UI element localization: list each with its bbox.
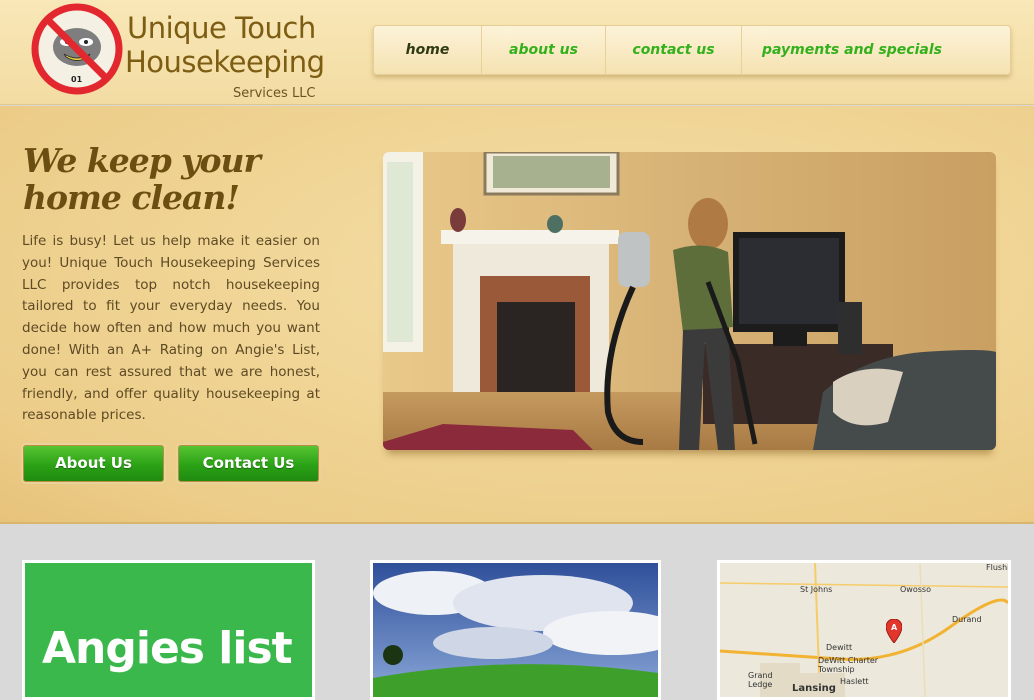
svg-text:01: 01: [71, 75, 83, 84]
map-label-haslett: Haslett: [840, 677, 869, 686]
map-label-lansing: Lansing: [792, 683, 836, 694]
location-map[interactable]: St Johns Owosso Durand Flushi Dewitt DeW…: [720, 563, 1008, 697]
about-us-button[interactable]: About Us: [23, 445, 164, 482]
map-label-dewitt-township: DeWitt Charter Township: [818, 656, 879, 674]
map-label-flushing: Flushi: [986, 563, 1008, 572]
nav-contact-us[interactable]: contact us: [606, 26, 742, 74]
contact-us-button[interactable]: Contact Us: [178, 445, 319, 482]
nav-home[interactable]: home: [374, 26, 482, 74]
nav-payments-and-specials[interactable]: payments and specials: [742, 26, 962, 74]
logo-subtitle: Services LLC: [233, 86, 316, 101]
site-header: 01 Unique Touch Housekeeping Services LL…: [0, 0, 1034, 105]
green-field-sky-image: [373, 563, 658, 697]
angies-list-box[interactable]: Angies list: [22, 560, 315, 700]
map-label-durand: Durand: [952, 615, 982, 624]
map-marker-label: A: [891, 623, 898, 632]
logo-title-line2: Housekeeping: [125, 45, 325, 79]
hero-title: We keep your home clean!: [23, 141, 261, 217]
angies-list-label: Angies list: [42, 623, 293, 674]
hero-photo-woman-vacuuming: [383, 152, 996, 450]
angies-list-logo: Angies list: [25, 563, 312, 697]
logo-title-line1: Unique Touch: [127, 11, 316, 45]
no-dust-bunny-logo-icon[interactable]: 01: [30, 2, 124, 96]
main-nav: home about us contact us payments and sp…: [373, 25, 1011, 75]
sky-image-box[interactable]: [370, 560, 661, 700]
map-label-dewitt: Dewitt: [826, 643, 853, 652]
map-label-grand-ledge: Grand Ledge: [748, 671, 773, 689]
map-label-st-johns: St Johns: [800, 585, 833, 594]
map-label-owosso: Owosso: [900, 585, 931, 594]
nav-about-us[interactable]: about us: [482, 26, 606, 74]
location-map-box[interactable]: St Johns Owosso Durand Flushi Dewitt DeW…: [717, 560, 1011, 700]
hero-description: Life is busy! Let us help make it easier…: [22, 233, 320, 424]
